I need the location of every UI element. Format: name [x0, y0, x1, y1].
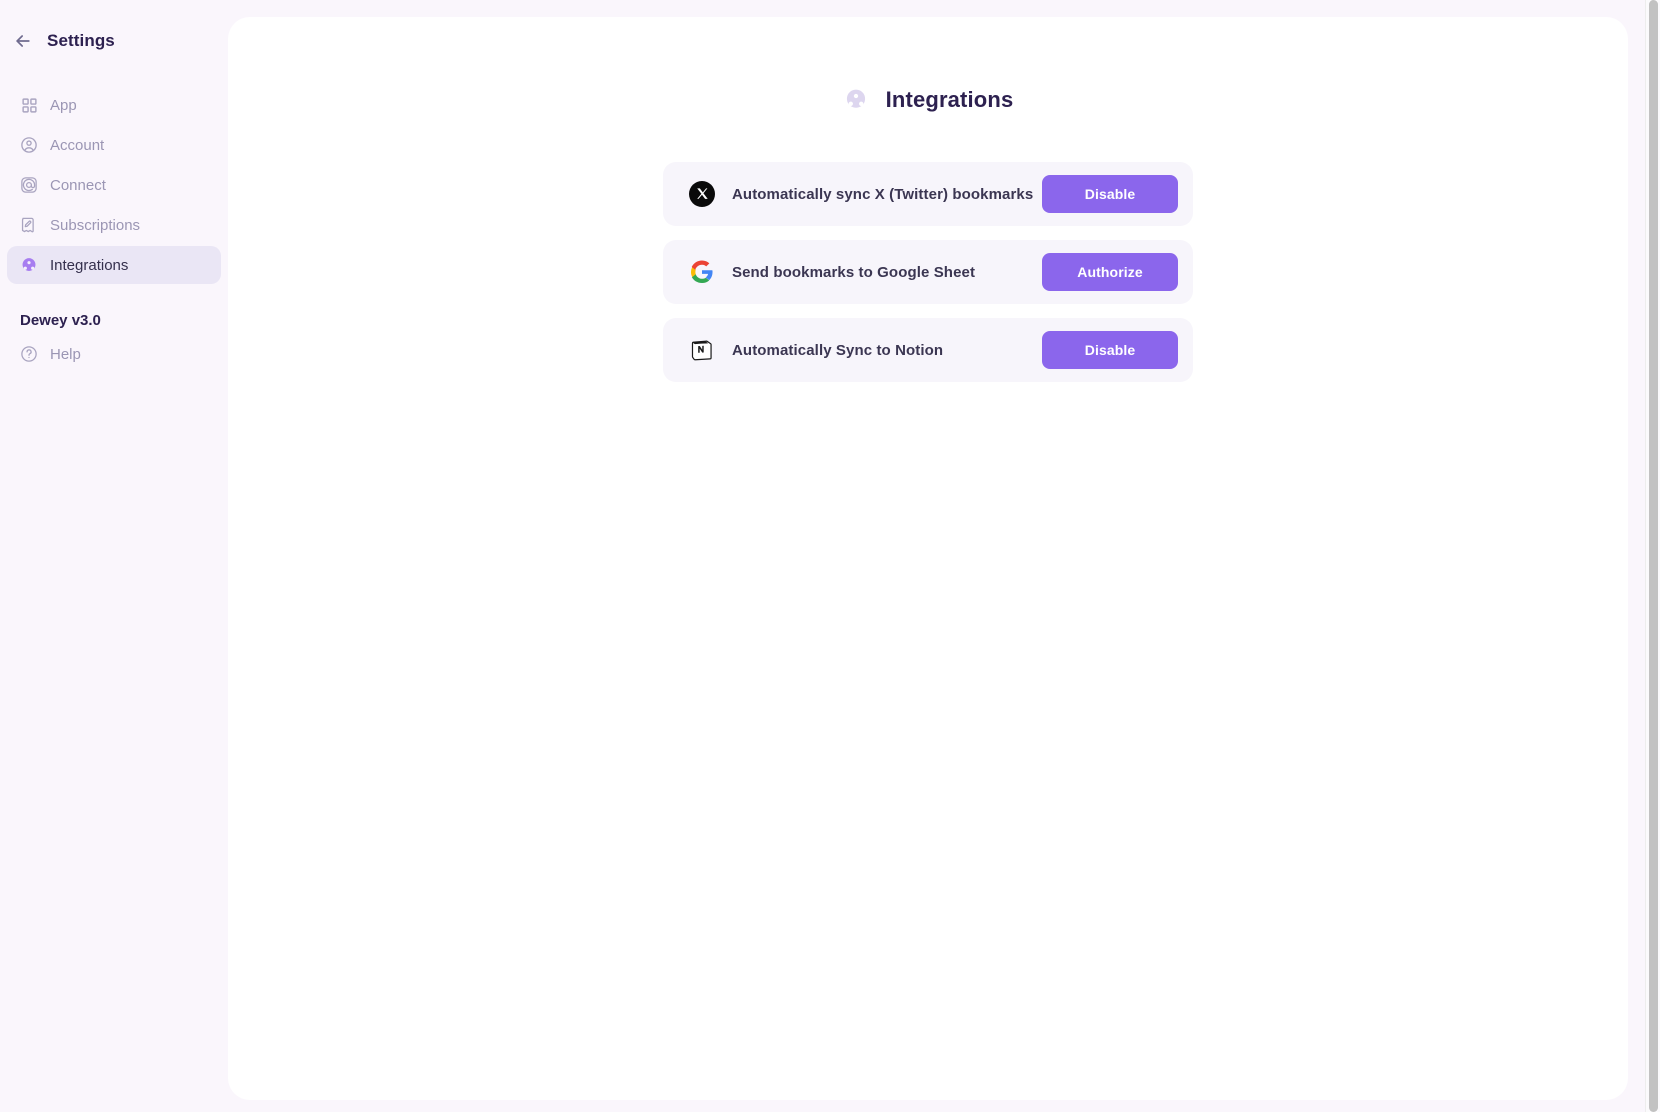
integration-row: Send bookmarks to Google Sheet Authorize — [663, 240, 1193, 304]
app-version: Dewey v3.0 — [20, 312, 101, 329]
sidebar: Settings App Account Connect Subscriptio… — [0, 0, 228, 1112]
integration-row: Automatically sync X (Twitter) bookmarks… — [663, 162, 1193, 226]
sidebar-item-label: Integrations — [50, 256, 129, 274]
integration-action-button[interactable]: Authorize — [1042, 253, 1178, 291]
sidebar-header: Settings — [0, 26, 228, 56]
sidebar-item-label: Connect — [50, 176, 106, 194]
google-icon — [689, 259, 715, 285]
sidebar-item-label: Account — [50, 136, 105, 154]
sidebar-item-help[interactable]: Help — [7, 335, 221, 373]
grid-icon — [20, 96, 38, 114]
puzzle-icon — [20, 256, 38, 274]
main-panel-wrapper: Integrations Automatically sync X (Twitt… — [228, 0, 1660, 1112]
integration-label: Automatically Sync to Notion — [732, 341, 944, 359]
integration-label: Send bookmarks to Google Sheet — [732, 263, 976, 281]
x-twitter-icon — [689, 181, 715, 207]
user-circle-icon — [20, 136, 38, 154]
receipt-edit-icon — [20, 216, 38, 234]
sidebar-item-integrations[interactable]: Integrations — [7, 246, 221, 284]
sidebar-item-subscriptions[interactable]: Subscriptions — [7, 206, 221, 244]
sidebar-item-label: Help — [50, 345, 81, 363]
notion-icon — [689, 337, 715, 363]
integrations-header: Integrations — [228, 87, 1628, 113]
sidebar-item-app[interactable]: App — [7, 86, 221, 124]
sidebar-item-connect[interactable]: Connect — [7, 166, 221, 204]
integrations-list: Automatically sync X (Twitter) bookmarks… — [663, 162, 1193, 382]
integration-label: Automatically sync X (Twitter) bookmarks — [732, 185, 1034, 203]
sidebar-item-label: Subscriptions — [50, 216, 141, 234]
page-title-settings: Settings — [47, 31, 115, 50]
page-title: Integrations — [885, 87, 1014, 112]
page-scrollbar-thumb[interactable] — [1649, 0, 1658, 1112]
main-panel: Integrations Automatically sync X (Twitt… — [228, 17, 1628, 1100]
sidebar-item-label: App — [50, 96, 77, 114]
integration-row: Automatically Sync to Notion Disable — [663, 318, 1193, 382]
arrow-left-icon[interactable] — [12, 30, 34, 52]
sidebar-item-account[interactable]: Account — [7, 126, 221, 164]
at-sign-icon — [20, 176, 38, 194]
integration-action-button[interactable]: Disable — [1042, 331, 1178, 369]
sidebar-nav: App Account Connect Subscriptions Integr… — [0, 86, 228, 284]
sidebar-nav-secondary: Help — [0, 335, 228, 373]
settings-screen: Settings App Account Connect Subscriptio… — [0, 0, 1660, 1112]
integration-action-button[interactable]: Disable — [1042, 175, 1178, 213]
puzzle-icon — [843, 87, 869, 113]
question-circle-icon — [20, 345, 38, 363]
page-scrollbar[interactable] — [1645, 0, 1660, 1112]
